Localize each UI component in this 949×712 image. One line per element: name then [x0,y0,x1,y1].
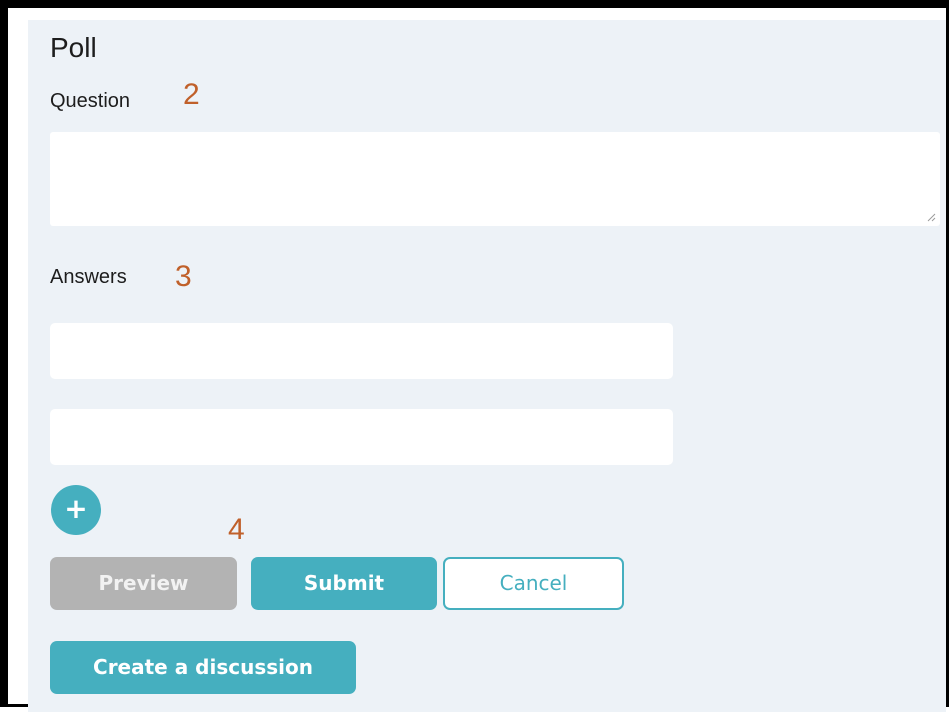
annotation-marker-3: 3 [175,260,192,293]
question-label: Question [50,90,131,112]
resize-grip-icon[interactable] [926,212,936,222]
create-discussion-button[interactable]: Create a discussion [50,641,356,694]
answer-input-2[interactable] [50,409,673,465]
cancel-button[interactable]: Cancel [443,557,624,610]
poll-title: Poll [50,32,97,63]
submit-button[interactable]: Submit [251,557,437,610]
answer-input-1[interactable] [50,323,673,379]
add-answer-button[interactable]: + [51,485,101,535]
plus-icon: + [64,492,88,525]
preview-button[interactable]: Preview [50,557,237,610]
annotation-marker-2: 2 [183,78,200,111]
question-textarea[interactable] [50,132,940,226]
answers-label: Answers [50,266,127,288]
screenshot-frame: Poll Question 2 Answers 3 + 4 Preview Su… [0,0,949,712]
annotation-marker-4: 4 [228,513,245,546]
